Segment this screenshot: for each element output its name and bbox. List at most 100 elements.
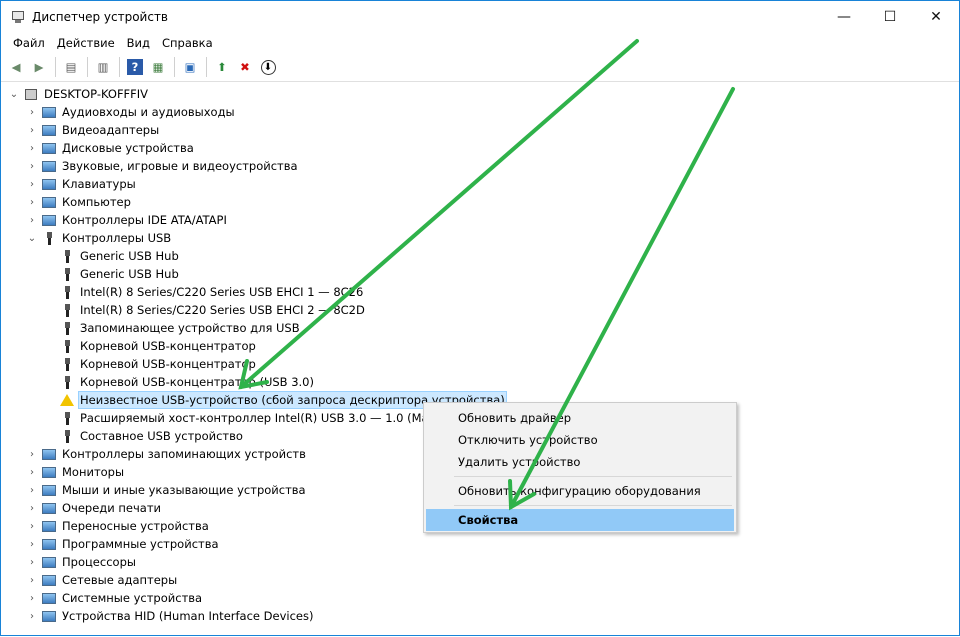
disable-device-button[interactable]: ⬇	[257, 56, 279, 78]
tree-category[interactable]: › Компьютер	[25, 193, 133, 211]
usb-device-item[interactable]: Корневой USB-концентратор	[57, 337, 258, 355]
expand-chevron-icon[interactable]: ›	[25, 179, 39, 190]
tree-category[interactable]: › Переносные устройства	[25, 517, 211, 535]
menu-help[interactable]: Справка	[156, 36, 219, 50]
usb-device-item[interactable]: Запоминающее устройство для USB	[57, 319, 302, 337]
properties-view-button[interactable]: ▤	[60, 56, 82, 78]
usb-device-label: Generic USB Hub	[80, 249, 179, 263]
tree-category[interactable]: › Процессоры	[25, 553, 138, 571]
usb-device-item[interactable]: Intel(R) 8 Series/C220 Series USB EHCI 2…	[57, 301, 367, 319]
expand-chevron-icon[interactable]: ›	[25, 467, 39, 478]
resources-button[interactable]: ▥	[92, 56, 114, 78]
console-view-button[interactable]: ▦	[147, 56, 169, 78]
usb-device-item[interactable]: Intel(R) 8 Series/C220 Series USB EHCI 1…	[57, 283, 365, 301]
tree-category[interactable]: › Контроллеры IDE ATA/ATAPI	[25, 211, 229, 229]
usb-device-label: Корневой USB-концентратор (USB 3.0)	[80, 375, 314, 389]
minimize-icon: —	[837, 8, 851, 25]
tree-category-label: Звуковые, игровые и видеоустройства	[62, 159, 298, 173]
printer-icon	[41, 500, 57, 516]
update-driver-button[interactable]: ⬆	[211, 56, 233, 78]
tree-category[interactable]: › Очереди печати	[25, 499, 163, 517]
minimize-button[interactable]: —	[821, 1, 867, 32]
usb-device-item[interactable]: Generic USB Hub	[57, 247, 181, 265]
tree-category[interactable]: › Сетевые адаптеры	[25, 571, 179, 589]
context-menu-properties[interactable]: Свойства	[426, 509, 734, 531]
expand-chevron-icon[interactable]: ›	[25, 521, 39, 532]
device-tree[interactable]: ⌄ DESKTOP-KOFFFIV › Аудиовходы и аудиовых…	[1, 83, 959, 636]
expand-chevron-icon[interactable]: ›	[25, 575, 39, 586]
expand-chevron-icon[interactable]: ›	[25, 197, 39, 208]
expand-chevron-icon[interactable]: ›	[25, 503, 39, 514]
tree-category-label: Процессоры	[62, 555, 136, 569]
expand-chevron-icon[interactable]: ›	[25, 161, 39, 172]
tree-category[interactable]: › Видеоадаптеры	[25, 121, 161, 139]
collapse-chevron-icon[interactable]: ⌄	[25, 233, 39, 244]
usb-device-icon	[59, 302, 75, 318]
tree-category[interactable]: › Аудиовходы и аудиовыходы	[25, 103, 237, 121]
tree-category[interactable]: › Мониторы	[25, 463, 126, 481]
collapse-chevron-icon[interactable]: ⌄	[7, 89, 21, 100]
scan-hardware-button[interactable]: ▣	[179, 56, 201, 78]
expand-chevron-icon[interactable]: ›	[25, 125, 39, 136]
context-menu-disable-device[interactable]: Отключить устройство	[426, 429, 734, 451]
context-menu-update-driver[interactable]: Обновить драйвер	[426, 407, 734, 429]
tree-category[interactable]: › Устройства HID (Human Interface Devices…	[25, 607, 315, 625]
expand-chevron-icon[interactable]: ›	[25, 143, 39, 154]
expand-chevron-icon[interactable]: ›	[25, 611, 39, 622]
scan-hardware-icon: ▣	[184, 60, 196, 74]
maximize-button[interactable]: ☐	[867, 1, 913, 32]
back-button[interactable]: ◀	[5, 56, 27, 78]
context-menu: Обновить драйвер Отключить устройство Уд…	[423, 402, 737, 533]
tree-category-label: Аудиовходы и аудиовыходы	[62, 105, 235, 119]
expand-chevron-icon[interactable]: ›	[25, 539, 39, 550]
tree-category-usb[interactable]: ⌄ Контроллеры USB	[25, 229, 173, 247]
tree-category-label: Видеоадаптеры	[62, 123, 160, 137]
context-menu-uninstall-device[interactable]: Удалить устройство	[426, 451, 734, 473]
uninstall-device-icon: ✖	[240, 60, 250, 74]
tree-category[interactable]: › Системные устройства	[25, 589, 204, 607]
ide-controller-icon	[41, 212, 57, 228]
title-bar[interactable]: Диспетчер устройств — ☐ ✕	[1, 1, 959, 32]
usb-device-icon	[59, 410, 75, 426]
menu-file[interactable]: Файл	[7, 36, 51, 50]
forward-button[interactable]: ▶	[28, 56, 50, 78]
usb-device-item[interactable]: Составное USB устройство	[57, 427, 245, 445]
expand-chevron-icon[interactable]: ›	[25, 593, 39, 604]
context-menu-scan-hardware[interactable]: Обновить конфигурацию оборудования	[426, 480, 734, 502]
tree-category[interactable]: › Дисковые устройства	[25, 139, 196, 157]
keyboard-icon	[41, 176, 57, 192]
tree-category[interactable]: › Контроллеры запоминающих устройств	[25, 445, 308, 463]
sound-icon	[41, 158, 57, 174]
usb-device-item[interactable]: Generic USB Hub	[57, 265, 181, 283]
close-button[interactable]: ✕	[913, 1, 959, 32]
tree-category-label: Контроллеры IDE ATA/ATAPI	[62, 213, 227, 227]
tree-root[interactable]: ⌄ DESKTOP-KOFFFIV	[7, 85, 150, 103]
usb-device-label: Запоминающее устройство для USB	[80, 321, 300, 335]
device-manager-app-icon	[10, 9, 26, 25]
menu-action[interactable]: Действие	[51, 36, 121, 50]
usb-device-icon	[59, 284, 75, 300]
tree-category[interactable]: › Звуковые, игровые и видеоустройства	[25, 157, 300, 175]
system-device-icon	[41, 590, 57, 606]
usb-controller-icon	[41, 230, 57, 246]
toolbar-separator	[206, 57, 207, 77]
expand-chevron-icon[interactable]: ›	[25, 449, 39, 460]
usb-device-label: Корневой USB-концентратор	[80, 339, 256, 353]
tree-category[interactable]: › Программные устройства	[25, 535, 221, 553]
menu-view[interactable]: Вид	[121, 36, 156, 50]
expand-chevron-icon[interactable]: ›	[25, 215, 39, 226]
tree-category[interactable]: › Клавиатуры	[25, 175, 138, 193]
software-device-icon	[41, 536, 57, 552]
usb-device-item[interactable]: Корневой USB-концентратор (USB 3.0)	[57, 373, 316, 391]
usb-device-item[interactable]: Расширяемый хост-контроллер Intel(R) USB…	[57, 409, 452, 427]
uninstall-device-button[interactable]: ✖	[234, 56, 256, 78]
processor-icon	[41, 554, 57, 570]
properties-view-icon: ▤	[65, 60, 77, 74]
expand-chevron-icon[interactable]: ›	[25, 557, 39, 568]
help-button[interactable]: ?	[124, 56, 146, 78]
tree-category[interactable]: › Мыши и иные указывающие устройства	[25, 481, 308, 499]
update-driver-icon: ⬆	[217, 60, 227, 74]
expand-chevron-icon[interactable]: ›	[25, 485, 39, 496]
usb-device-item[interactable]: Корневой USB-концентратор	[57, 355, 258, 373]
expand-chevron-icon[interactable]: ›	[25, 107, 39, 118]
